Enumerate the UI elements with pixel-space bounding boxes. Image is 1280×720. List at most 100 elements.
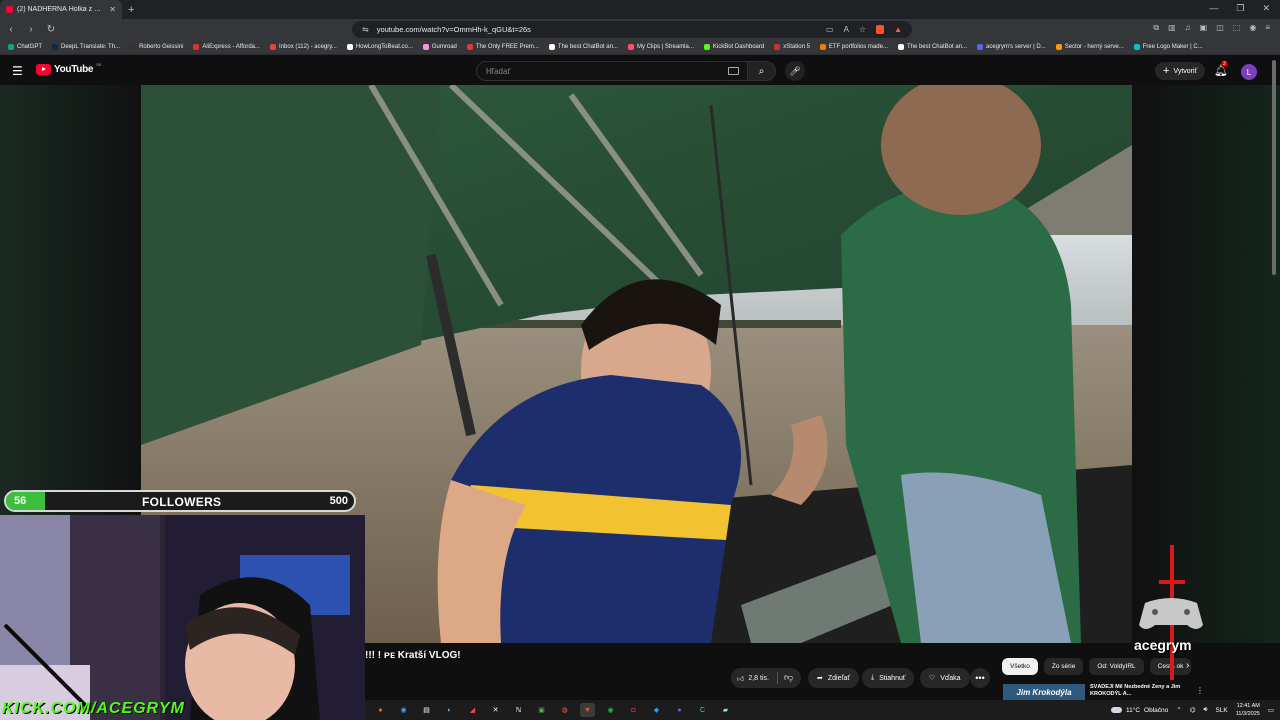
extension-icon[interactable]: ⧉ [1153, 23, 1159, 33]
bookmark-item[interactable]: ETF portfolios made... [819, 44, 888, 50]
bookmark-item[interactable]: HowLongToBeat.co... [346, 44, 413, 50]
share-button[interactable]: ➦ Zdieľať [808, 668, 860, 688]
taskbar-app-icon-6[interactable]: ✕ [488, 703, 503, 717]
wallet-icon[interactable]: ▣ [1200, 23, 1208, 33]
recommended-thumbnail[interactable]: Jim Krokodýla [1003, 684, 1085, 700]
close-window-icon[interactable]: ✕ [1262, 3, 1270, 14]
bookmark-item[interactable]: Sector - herný serve... [1055, 44, 1124, 50]
site-info-icon[interactable]: ⇋ [362, 25, 369, 34]
voice-search-button[interactable]: 🎤︎ [785, 61, 805, 81]
bookmark-favicon-icon [422, 44, 429, 50]
close-tab-icon[interactable]: ✕ [109, 5, 116, 14]
music-icon[interactable]: ♫ [1185, 23, 1191, 33]
recommended-video[interactable]: Jim Krokodýla SVÁDĚJÍ Mě Nezbedné Ženy a… [1003, 684, 1198, 700]
twitter-icon[interactable]: ◆ [649, 703, 664, 717]
forward-icon[interactable]: › [26, 24, 36, 35]
bookmark-item[interactable]: My Clips | Streamla... [627, 44, 694, 50]
steam-icon[interactable]: ◐ [442, 703, 457, 717]
taskbar-app-icon-15[interactable]: C [695, 703, 710, 717]
menu-icon[interactable]: ≡ [1265, 23, 1270, 33]
brave-rewards-icon[interactable]: ▲ [894, 25, 902, 34]
split-view-icon[interactable]: ◫ [1216, 23, 1224, 33]
cast-icon[interactable]: ▭ [826, 25, 834, 34]
language-indicator[interactable]: SLK [1215, 707, 1227, 714]
discord-icon[interactable]: ● [672, 703, 687, 717]
search-button[interactable]: ⌕ [748, 61, 776, 81]
network-icon[interactable]: ⌬ [1190, 706, 1196, 714]
clock[interactable]: 12:41 AM 11/3/2025 [1236, 702, 1260, 718]
bookmark-item[interactable]: The best ChatBot an... [897, 44, 967, 50]
tab-title: (2) NÁDHERNÁ Holka z Džun [17, 6, 106, 13]
like-dislike-group: 👍︎ 2,8 tis. 👎︎ [731, 668, 801, 688]
bookmark-item[interactable]: The best ChatBot an... [548, 44, 618, 50]
keyboard-icon[interactable] [728, 67, 739, 75]
bookmark-item[interactable]: Inbox (112) - acegry... [270, 44, 337, 50]
taskbar-app-icon-1[interactable]: ● [373, 703, 388, 717]
brave-browser-icon[interactable]: ▼ [580, 703, 595, 717]
user-avatar[interactable]: L [1241, 64, 1257, 80]
spotify-icon[interactable]: ◉ [603, 703, 618, 717]
restore-icon[interactable]: ❐ [1236, 3, 1244, 14]
youtube-logo[interactable]: YouTube SK [36, 62, 102, 75]
bookmark-item[interactable]: KickBot Dashboard [703, 44, 764, 50]
taskbar-app-icon-2[interactable]: ◉ [396, 703, 411, 717]
minimize-icon[interactable]: — [1209, 3, 1218, 14]
url-text[interactable]: youtube.com/watch?v=OmmHh-k_qGU&t=26s [377, 25, 818, 34]
profile-icon[interactable]: ◉ [1249, 23, 1256, 33]
more-actions-button[interactable]: ••• [970, 668, 990, 688]
bookmark-item[interactable]: Free Logo Maker | C... [1133, 44, 1203, 50]
bookmark-favicon-icon [703, 44, 710, 50]
bookmark-item[interactable]: xStation 5 [774, 44, 810, 50]
bookmark-label: xStation 5 [783, 44, 810, 50]
chip-all[interactable]: Všetko [1002, 658, 1038, 675]
new-tab-button[interactable]: + [128, 4, 134, 16]
download-button-wrap: ⤓ Stiahnuť [862, 668, 915, 688]
bookmark-item[interactable]: Roberto Geissini [130, 44, 183, 50]
dislike-icon[interactable]: 👎︎ [784, 672, 793, 683]
instagram-icon[interactable]: ◘ [626, 703, 641, 717]
back-icon[interactable]: ‹ [6, 24, 16, 35]
taskbar-app-icon-7[interactable]: ℕ [511, 703, 526, 717]
notification-center-icon[interactable]: ▭ [1268, 706, 1274, 714]
bookmark-favicon-icon [8, 44, 14, 50]
taskbar-app-icon-8[interactable]: ▣ [534, 703, 549, 717]
bookmark-item[interactable]: DeepL Translate: Th... [52, 44, 120, 50]
weather-widget[interactable]: 11°C Oblačno [1110, 707, 1168, 714]
screenshot-icon[interactable]: ⬚ [1233, 23, 1241, 33]
bookmark-label: acegrym's server | D... [986, 44, 1046, 50]
like-icon[interactable]: 👍︎ [737, 674, 744, 683]
taskbar-app-icon-3[interactable]: ▤ [419, 703, 434, 717]
bookmark-item[interactable]: The Only FREE Prem... [466, 44, 539, 50]
volume-icon[interactable]: 🔊︎ [1203, 706, 1207, 714]
reload-icon[interactable]: ↻ [46, 24, 56, 35]
create-button[interactable]: + Vytvoriť [1155, 62, 1206, 80]
download-button[interactable]: ⤓ Stiahnuť [862, 668, 915, 688]
search-input[interactable]: Hľadať [476, 61, 748, 81]
bookmark-item[interactable]: AliExpress - Afforda... [193, 44, 260, 50]
like-count[interactable]: 2,8 tis. [748, 675, 769, 682]
kick-channel-banner: KICK.COM/ACEGRYM [2, 700, 185, 717]
address-bar[interactable]: ⇋ youtube.com/watch?v=OmmHh-k_qGU&t=26s … [352, 21, 912, 38]
notifications-bell-icon[interactable]: 🔔︎ 2 [1214, 61, 1228, 77]
chip-from-series[interactable]: Zo série [1043, 658, 1084, 675]
recommended-title[interactable]: SVÁDĚJÍ Mě Nezbedné Ženy a Jim KROKODÝL … [1090, 684, 1186, 700]
browser-tab-active[interactable]: (2) NÁDHERNÁ Holka z Džun ✕ [0, 0, 122, 19]
bookmark-item[interactable]: acegrym's server | D... [977, 44, 1046, 50]
translate-icon[interactable]: A [844, 25, 849, 34]
streamer-webcam [0, 515, 365, 720]
page-scrollbar[interactable] [1272, 60, 1276, 275]
bookmark-star-icon[interactable]: ☆ [859, 25, 866, 34]
brave-shield-icon[interactable] [876, 25, 885, 34]
bookmark-item[interactable]: Gumroad [422, 44, 457, 50]
hamburger-menu-icon[interactable]: ☰ [12, 64, 23, 78]
taskbar-app-icon-9[interactable]: ◍ [557, 703, 572, 717]
taskbar-app-icon-16[interactable]: ▰ [718, 703, 733, 717]
sidebar-icon[interactable]: ▥ [1168, 23, 1176, 33]
recommended-menu-icon[interactable]: ⋮ [1196, 686, 1204, 695]
tray-chevron-icon[interactable]: ⌃ [1176, 706, 1181, 714]
bookmark-favicon-icon [627, 44, 634, 50]
taskbar-app-icon-5[interactable]: ◢ [465, 703, 480, 717]
bookmark-item[interactable]: ChatGPT [8, 44, 42, 50]
thanks-button[interactable]: ♡ Vďaka [920, 668, 970, 688]
bookmark-favicon-icon [819, 44, 826, 50]
